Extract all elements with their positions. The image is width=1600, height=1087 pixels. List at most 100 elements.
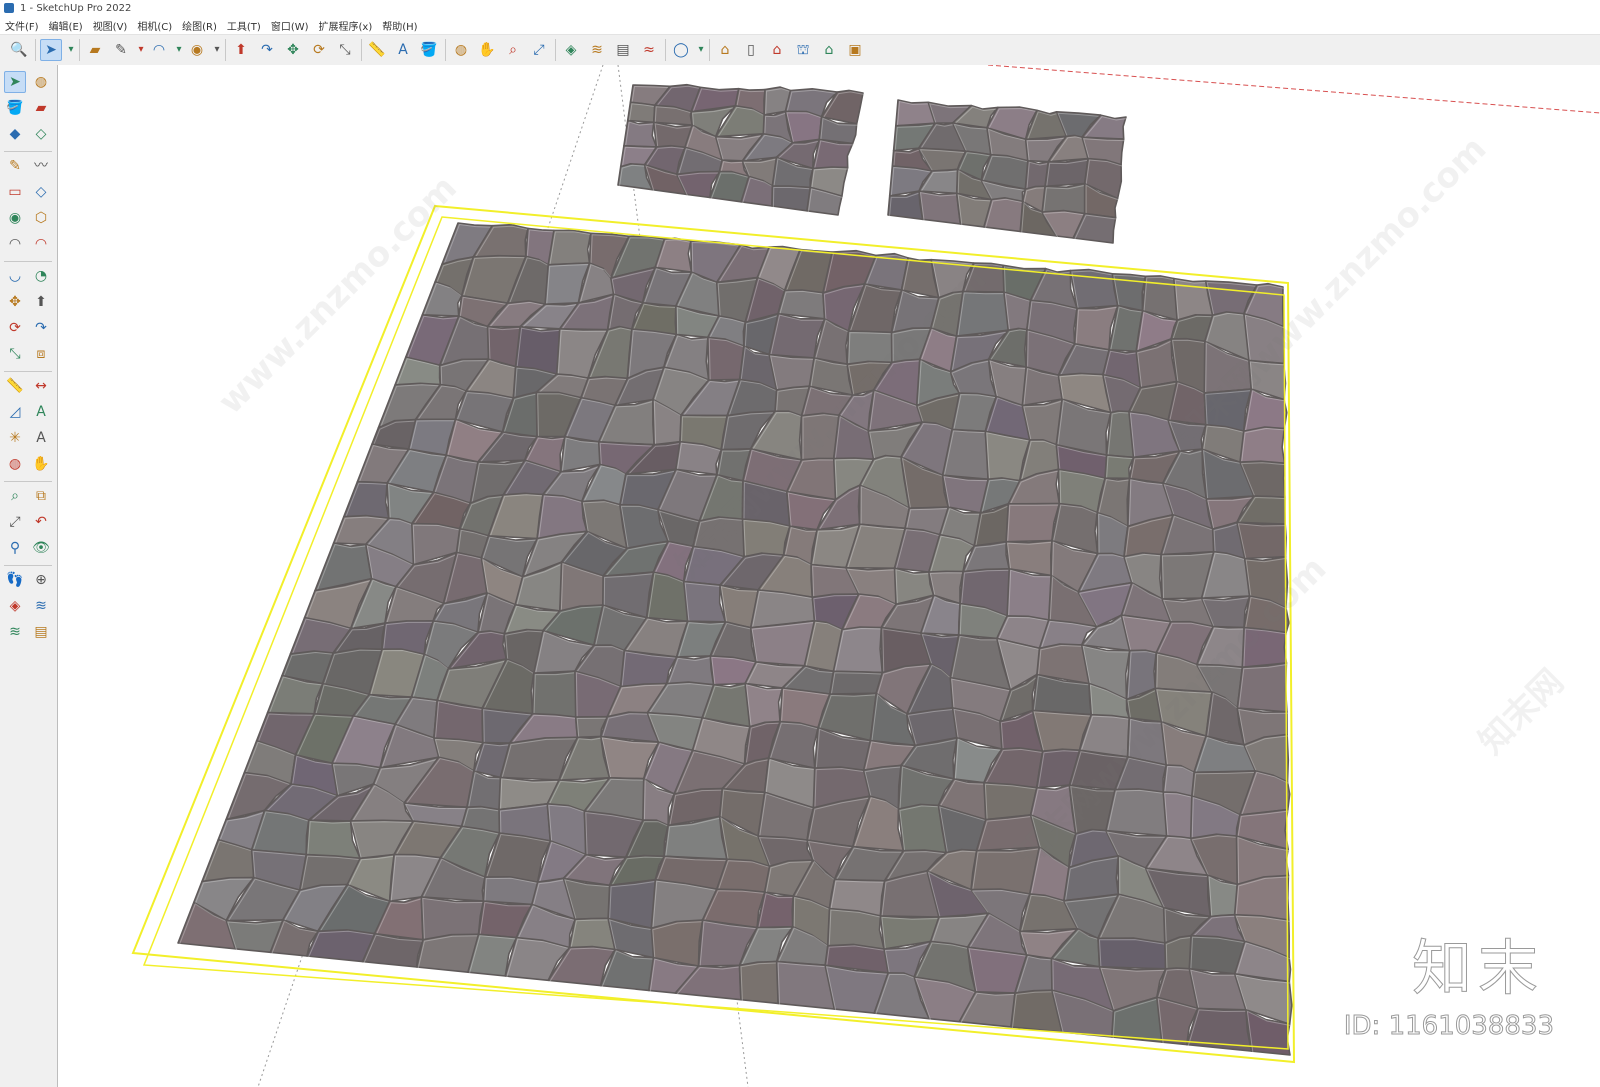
tape-measure-icon[interactable]: 📏	[366, 39, 388, 61]
three-point-arc-icon[interactable]: ◡	[4, 265, 26, 287]
styles-icon[interactable]: ▣	[844, 39, 866, 61]
arc-icon[interactable]: ◠	[148, 39, 170, 61]
tag-icon[interactable]: ◇	[30, 123, 52, 145]
pencil-icon[interactable]: ✎	[4, 155, 26, 177]
scale-icon[interactable]: ⤡	[334, 39, 356, 61]
sandbox-from-contours-icon[interactable]: ◈	[4, 595, 26, 617]
home-icon[interactable]: ⌂	[766, 39, 788, 61]
pencil-icon[interactable]: ✎	[110, 39, 132, 61]
menu-help[interactable]: 帮助(H)	[377, 18, 422, 33]
account-icon[interactable]: ◯	[670, 39, 692, 61]
rotate-icon[interactable]: ⟳	[308, 39, 330, 61]
paint-bucket-icon[interactable]: 🪣	[418, 39, 440, 61]
stone-tile	[826, 907, 885, 950]
stone-tile	[749, 619, 816, 667]
circle-icon[interactable]: ◉	[186, 39, 208, 61]
sandbox-icon[interactable]: ◈	[560, 39, 582, 61]
components-icon[interactable]: ⛫	[792, 39, 814, 61]
toolbar-separator	[361, 39, 362, 61]
scale-icon[interactable]: ⤡	[4, 343, 26, 365]
move-icon[interactable]: ✥	[4, 291, 26, 313]
large-paving-component	[177, 222, 1293, 1056]
menu-extensions[interactable]: 扩展程序(x)	[314, 18, 378, 33]
arc-icon[interactable]: ◠	[4, 233, 26, 255]
polygon-icon[interactable]: ⬡	[30, 207, 52, 229]
stone-tile	[682, 580, 727, 623]
sandbox-from-scratch-icon[interactable]: ≋	[30, 595, 52, 617]
stone-tile	[531, 670, 578, 718]
3d-warehouse-icon[interactable]: ⌂	[714, 39, 736, 61]
previous-view-icon[interactable]: ↶	[30, 511, 52, 533]
text-icon[interactable]: A	[30, 401, 52, 423]
move-icon[interactable]: ✥	[282, 39, 304, 61]
pan-icon[interactable]: ✋	[476, 39, 498, 61]
smoove-icon[interactable]: ≋	[4, 621, 26, 643]
text-icon[interactable]: A	[392, 39, 414, 61]
smoove-icon[interactable]: ≋	[586, 39, 608, 61]
paint-bucket-icon[interactable]: 🪣	[4, 97, 26, 119]
zoom-icon[interactable]: ⌕	[502, 39, 524, 61]
section-plane-icon[interactable]: ⊕	[30, 569, 52, 591]
component-icon[interactable]: ◆	[4, 123, 26, 145]
pie-icon[interactable]: ◔	[30, 265, 52, 287]
follow-me-icon[interactable]: ↷	[256, 39, 278, 61]
orbit-icon[interactable]: ◍	[30, 71, 52, 93]
dropdown-arrow-icon[interactable]: ▾	[66, 39, 76, 61]
3d-text-icon[interactable]: A	[30, 427, 52, 449]
pan-icon[interactable]: ✋	[30, 453, 52, 475]
orbit-icon[interactable]: ◍	[450, 39, 472, 61]
model-viewport[interactable]: www.znzmo.com 知末网www.znzmo.com 知末网www.zn…	[58, 65, 1600, 1087]
push-pull-icon[interactable]: ⬆	[230, 39, 252, 61]
search-icon[interactable]: 🔍	[8, 39, 30, 61]
menu-file[interactable]: 文件(F)	[0, 18, 44, 33]
walk-icon[interactable]: 👣	[4, 569, 26, 591]
look-around-icon[interactable]: 👁	[30, 537, 52, 559]
drape-icon[interactable]: ≈	[638, 39, 660, 61]
select-arrow-icon[interactable]: ➤	[40, 39, 62, 61]
menu-tools[interactable]: 工具(T)	[222, 18, 266, 33]
freehand-icon[interactable]: 〰	[30, 155, 52, 177]
zoom-extents-icon[interactable]: ⤢	[4, 511, 26, 533]
menu-draw[interactable]: 绘图(R)	[177, 18, 222, 33]
rectangle-icon[interactable]: ▭	[4, 181, 26, 203]
circle-icon[interactable]: ◉	[4, 207, 26, 229]
dropdown-arrow-icon[interactable]: ▾	[174, 39, 184, 61]
extension-warehouse-icon[interactable]: ▯	[740, 39, 762, 61]
protractor-icon[interactable]: ◿	[4, 401, 26, 423]
dropdown-arrow-icon[interactable]: ▾	[136, 39, 146, 61]
menu-camera[interactable]: 相机(C)	[132, 18, 177, 33]
orbit-icon[interactable]: ◍	[4, 453, 26, 475]
eraser-icon[interactable]: ▰	[30, 97, 52, 119]
offset-icon[interactable]: ⧈	[30, 343, 52, 365]
position-camera-icon[interactable]: ⚲	[4, 537, 26, 559]
menu-view[interactable]: 视图(V)	[88, 18, 133, 33]
tape-measure-icon[interactable]: 📏	[4, 375, 26, 397]
dimension-icon[interactable]: ↔	[30, 375, 52, 397]
stamp-icon[interactable]: ▤	[30, 621, 52, 643]
stone-tile	[738, 960, 780, 1005]
follow-me-icon[interactable]: ↷	[30, 317, 52, 339]
dropdown-arrow-icon[interactable]: ▾	[212, 39, 222, 61]
toolbar-separator	[35, 39, 36, 61]
toolbar-separator	[445, 39, 446, 61]
axes-icon[interactable]: ✳	[4, 427, 26, 449]
eraser-icon[interactable]: ▰	[84, 39, 106, 61]
small-paving-piece-1	[617, 83, 865, 216]
rotated-rectangle-icon[interactable]: ◇	[30, 181, 52, 203]
zoom-icon[interactable]: ⌕	[4, 485, 26, 507]
dropdown-arrow-icon[interactable]: ▾	[696, 39, 706, 61]
two-point-arc-icon[interactable]: ◠	[30, 233, 52, 255]
menu-window[interactable]: 窗口(W)	[266, 18, 314, 33]
menu-edit[interactable]: 编辑(E)	[44, 18, 88, 33]
zoom-extents-icon[interactable]: ⤢	[528, 39, 550, 61]
stone-tile	[1233, 874, 1290, 921]
stamp-icon[interactable]: ▤	[612, 39, 634, 61]
rotate-icon[interactable]: ⟳	[4, 317, 26, 339]
zoom-window-icon[interactable]: ⧉	[30, 485, 52, 507]
palette-separator	[4, 565, 52, 566]
stone-tile	[342, 480, 390, 520]
push-pull-icon[interactable]: ⬆	[30, 291, 52, 313]
palette-separator	[4, 151, 52, 152]
select-arrow-icon[interactable]: ➤	[4, 71, 26, 93]
house-outline-icon[interactable]: ⌂	[818, 39, 840, 61]
